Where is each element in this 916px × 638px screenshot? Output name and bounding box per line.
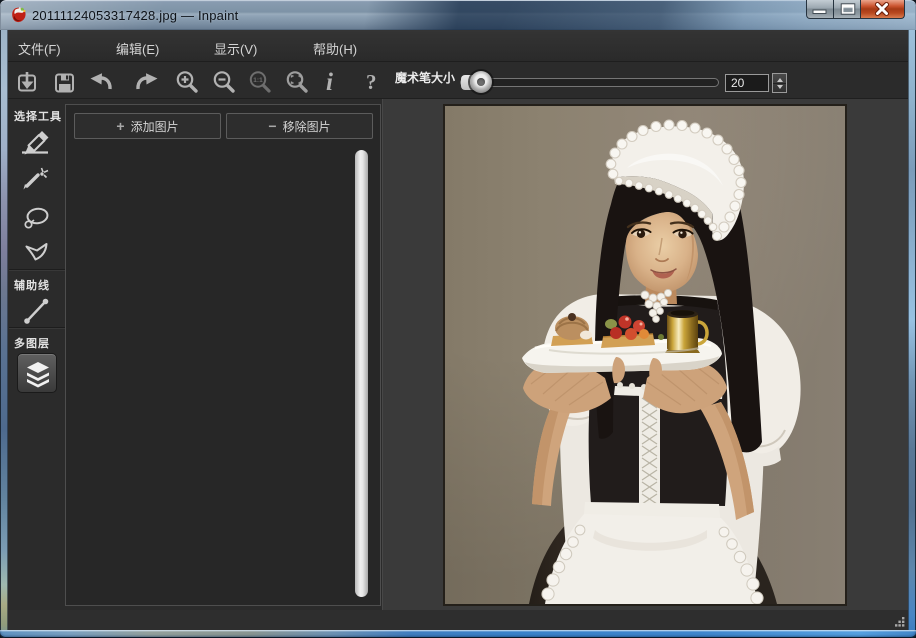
svg-text:i: i <box>326 69 333 96</box>
svg-text:1:1: 1:1 <box>253 77 263 84</box>
svg-text:?: ? <box>366 70 377 94</box>
